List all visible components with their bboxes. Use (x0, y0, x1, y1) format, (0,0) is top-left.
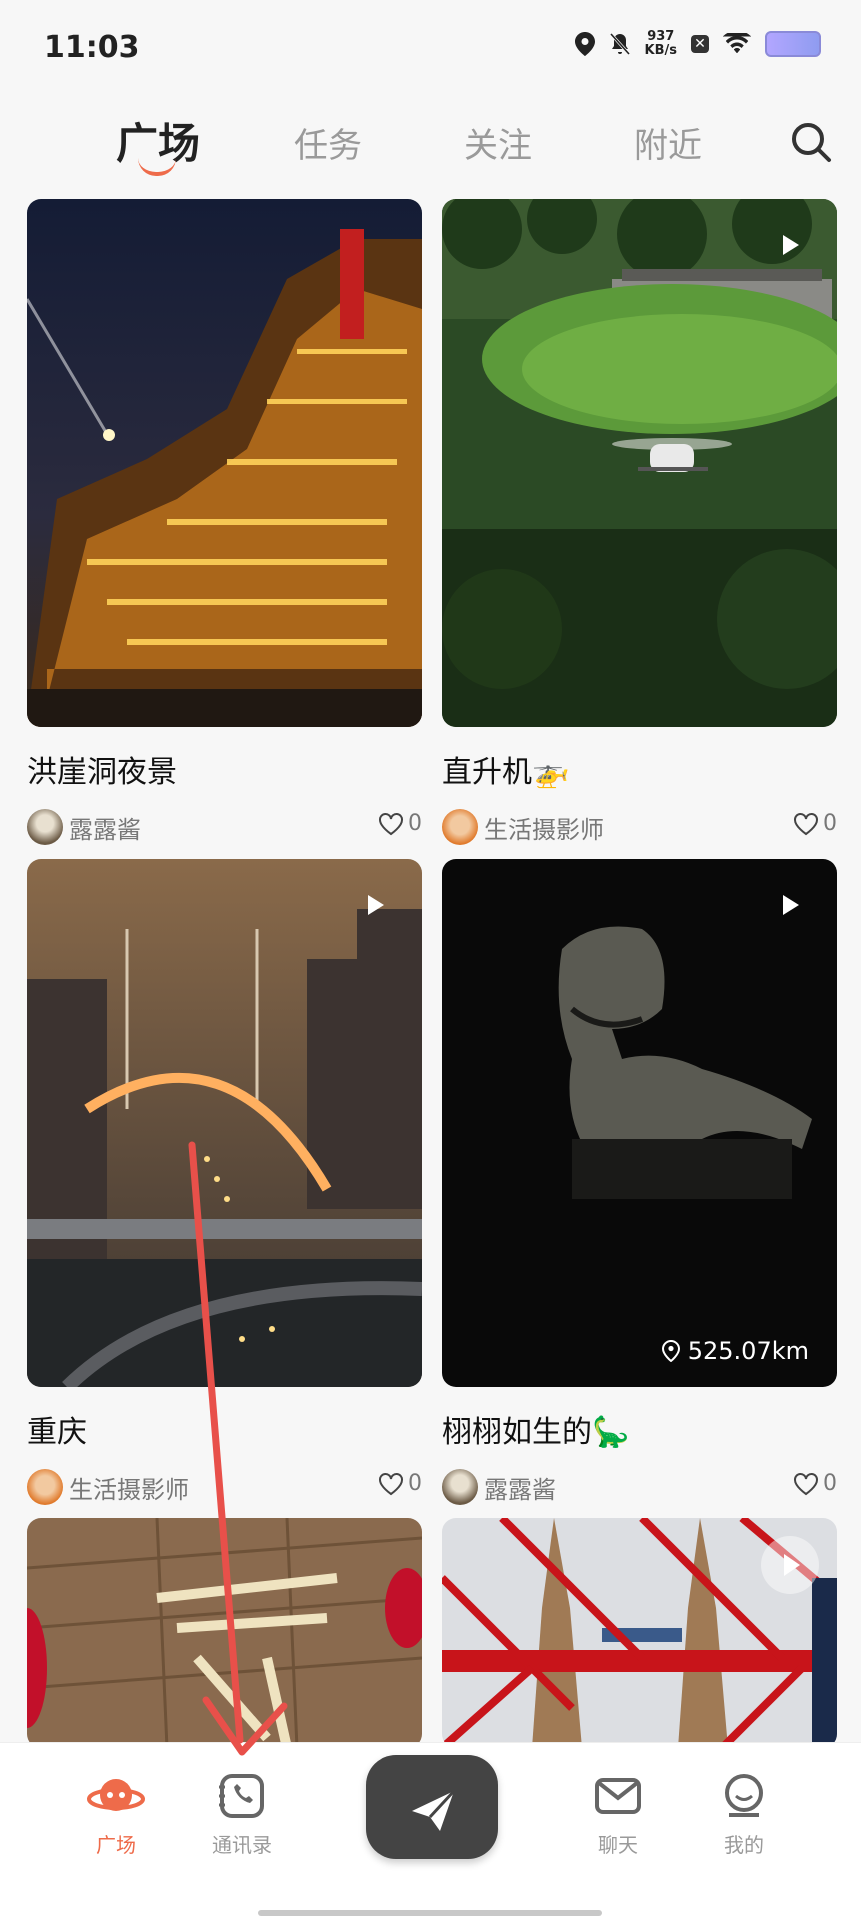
like-count: 0 (823, 811, 837, 836)
bottom-nav: 广场 通讯录 聊天 我的 (0, 1742, 861, 1921)
feed-card[interactable] (27, 1518, 422, 1748)
dinosaur-photo (442, 859, 837, 1387)
battery-icon (765, 31, 821, 57)
distance-text: 525.07km (687, 1337, 809, 1365)
tab-active-indicator (138, 158, 176, 176)
card-title: 洪崖洞夜景 (27, 755, 177, 790)
nav-contacts-label: 通讯录 (212, 1833, 272, 1857)
tab-nearby-label: 附近 (634, 126, 702, 166)
feed-card[interactable]: 直升机🚁 生活摄影师 0 (442, 199, 837, 847)
feed-card[interactable]: 重庆 生活摄影师 0 (27, 859, 422, 1507)
storefront-photo (27, 1518, 422, 1748)
card-meta: 露露酱 0 (27, 807, 422, 847)
card-title: 重庆 (27, 1415, 87, 1450)
heart-icon (794, 812, 818, 835)
like-button[interactable]: 0 (793, 811, 837, 836)
avatar[interactable] (27, 809, 63, 845)
tab-tasks[interactable]: 任务 (294, 118, 362, 167)
play-icon (783, 895, 799, 915)
status-icons: 937 KB/s ✕ (574, 30, 821, 58)
like-button[interactable]: 0 (793, 1471, 837, 1496)
post-button[interactable] (366, 1755, 498, 1859)
status-bar: 11:03 937 KB/s ✕ (0, 0, 861, 100)
card-author[interactable]: 生活摄影师 (69, 1470, 189, 1505)
heart-icon (379, 1472, 403, 1495)
tab-following[interactable]: 关注 (464, 118, 532, 167)
like-button[interactable]: 0 (378, 1471, 422, 1496)
user-face-icon (725, 1774, 763, 1817)
avatar[interactable] (442, 1469, 478, 1505)
speed-value: 937 (647, 29, 675, 44)
tab-tasks-label: 任务 (294, 126, 362, 166)
tab-following-label: 关注 (464, 126, 532, 166)
planet-face-icon (87, 1779, 145, 1811)
card-meta: 露露酱 0 (442, 1467, 837, 1507)
card-author[interactable]: 露露酱 (484, 1470, 556, 1505)
card-image (442, 199, 837, 727)
card-title: 栩栩如生的🦕 (442, 1415, 630, 1450)
contacts-phone-icon (219, 1774, 264, 1818)
card-image (27, 199, 422, 727)
like-count: 0 (408, 811, 422, 836)
status-time: 11:03 (44, 30, 140, 65)
close-box-icon: ✕ (691, 35, 709, 53)
feed-card[interactable]: 525.07km 栩栩如生的🦕 露露酱 0 (442, 859, 837, 1507)
like-count: 0 (823, 1471, 837, 1496)
card-meta: 生活摄影师 0 (27, 1467, 422, 1507)
tab-plaza[interactable]: 广场 (116, 110, 200, 176)
nav-chat-label: 聊天 (598, 1833, 638, 1857)
speed-unit: KB/s (644, 43, 677, 58)
card-author[interactable]: 露露酱 (69, 810, 141, 845)
card-author[interactable]: 生活摄影师 (484, 810, 604, 845)
paper-plane-icon (412, 1789, 456, 1831)
night-building-photo (27, 199, 422, 727)
card-meta: 生活摄影师 0 (442, 807, 837, 847)
city-bridge-photo (27, 859, 422, 1387)
helicopter-lawn-photo (442, 199, 837, 727)
play-icon (783, 235, 799, 255)
mail-icon (595, 1778, 641, 1814)
distance-badge: 525.07km (661, 1337, 809, 1365)
nav-plaza[interactable]: 广场 (56, 1771, 176, 1858)
network-speed: 937 KB/s (645, 30, 677, 58)
card-image (27, 859, 422, 1387)
avatar[interactable] (442, 809, 478, 845)
card-image (27, 1518, 422, 1748)
avatar[interactable] (27, 1469, 63, 1505)
play-icon (368, 895, 384, 915)
card-image (442, 1518, 837, 1748)
home-indicator[interactable] (258, 1910, 602, 1916)
feed-card[interactable]: 洪崖洞夜景 露露酱 0 (27, 199, 422, 847)
location-icon (574, 32, 595, 56)
tab-nearby[interactable]: 附近 (634, 118, 702, 167)
card-title: 直升机🚁 (442, 755, 570, 790)
feed-card[interactable] (442, 1518, 837, 1748)
search-icon[interactable] (789, 120, 833, 164)
heart-icon (794, 1472, 818, 1495)
nav-contacts[interactable]: 通讯录 (182, 1771, 302, 1858)
location-pin-icon (661, 1340, 680, 1362)
top-tab-bar: 广场 任务 关注 附近 (0, 110, 861, 190)
heart-icon (379, 812, 403, 835)
like-button[interactable]: 0 (378, 811, 422, 836)
nav-me[interactable]: 我的 (684, 1771, 804, 1858)
mute-bell-icon (609, 32, 630, 56)
play-icon (761, 1536, 819, 1594)
nav-chat[interactable]: 聊天 (558, 1771, 678, 1858)
nav-me-label: 我的 (724, 1833, 764, 1857)
card-image: 525.07km (442, 859, 837, 1387)
like-count: 0 (408, 1471, 422, 1496)
wifi-icon (723, 33, 751, 54)
nav-plaza-label: 广场 (96, 1833, 136, 1857)
